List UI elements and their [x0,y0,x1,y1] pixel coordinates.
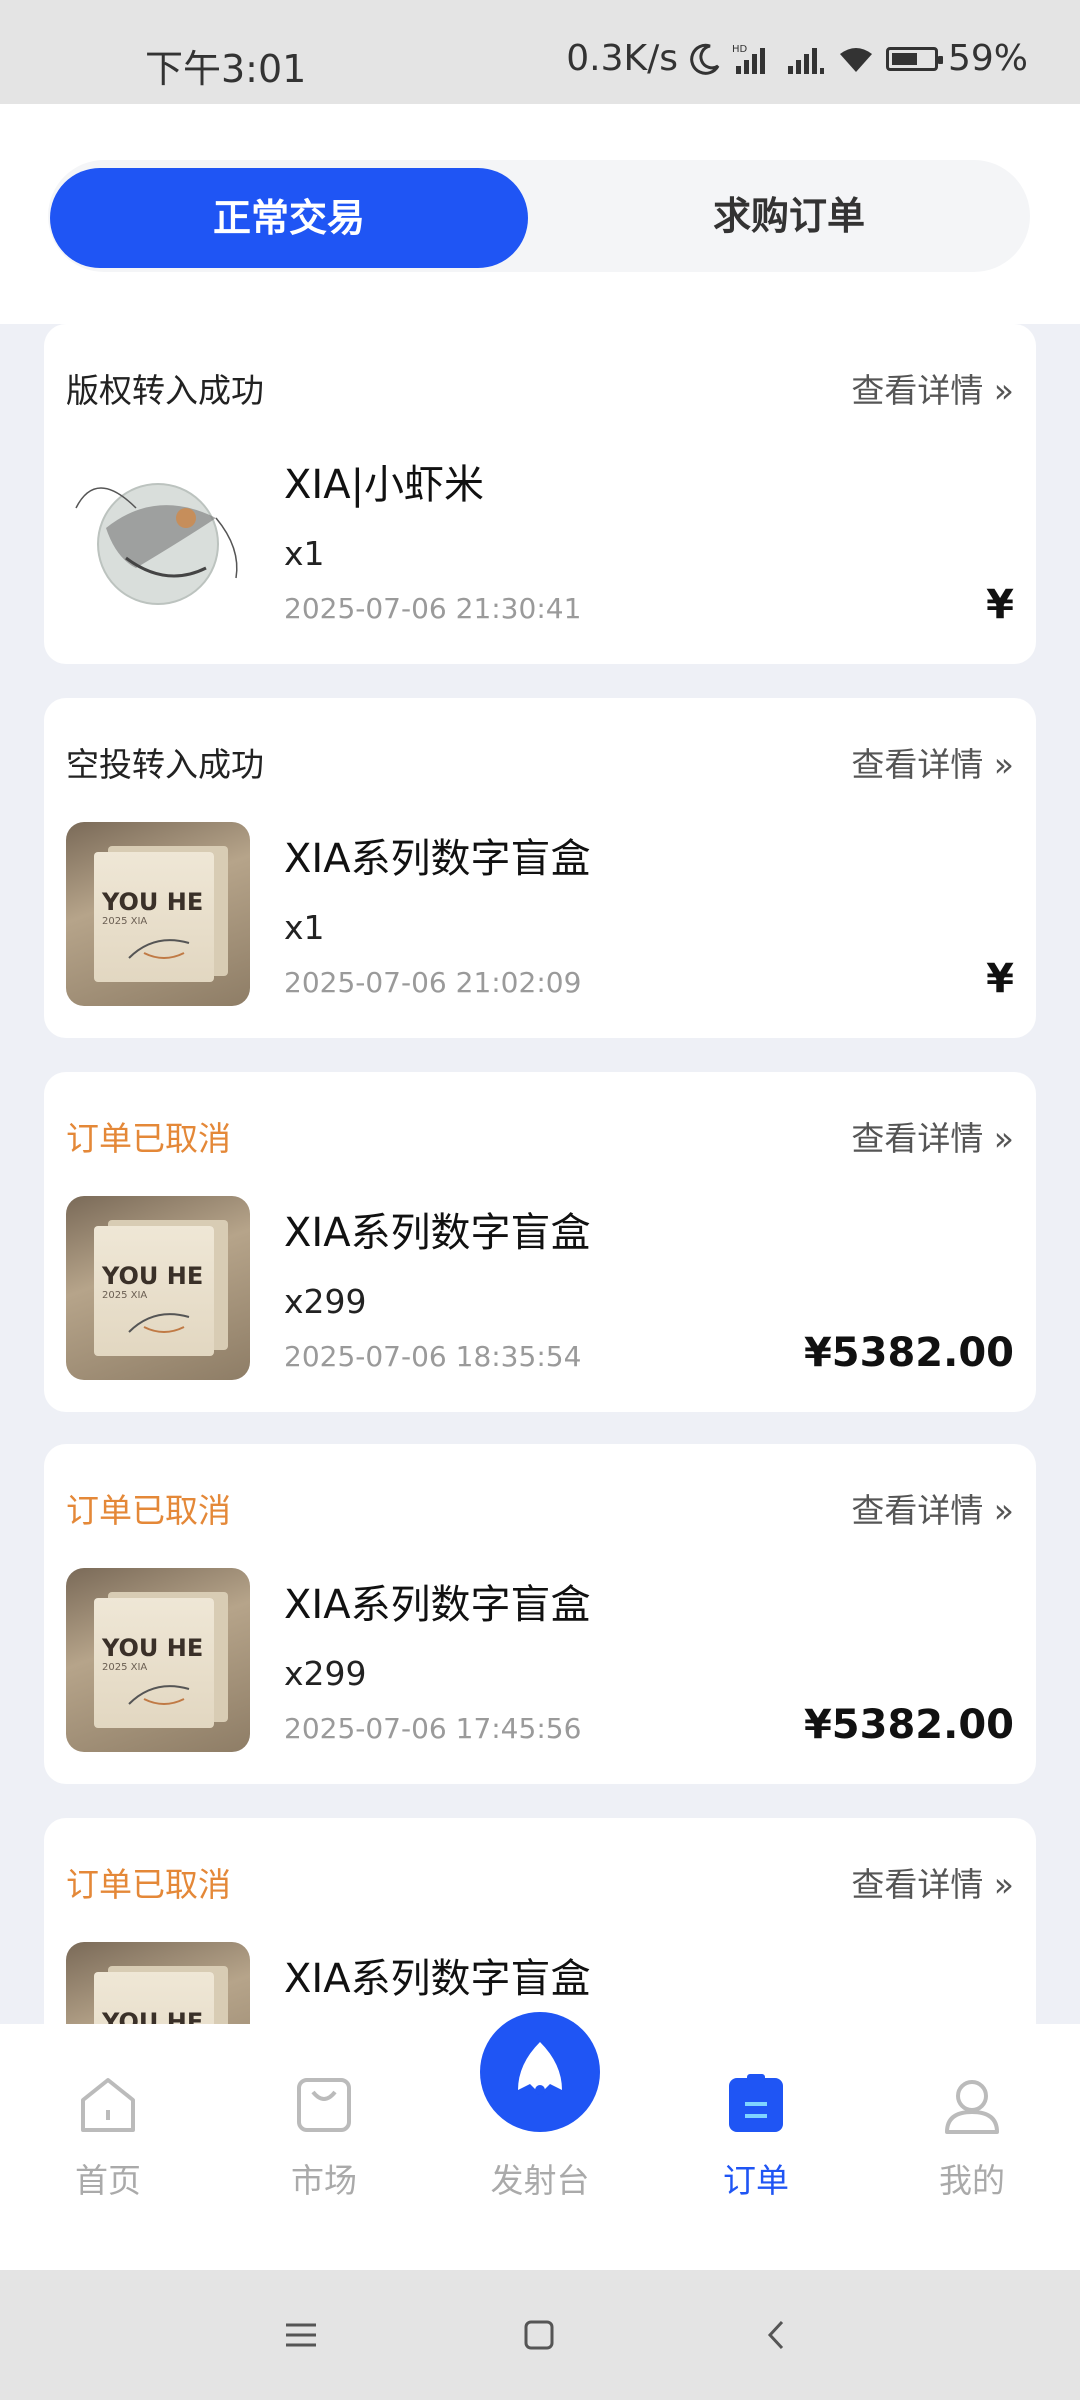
nav-orders-label: 订单 [723,2161,789,2200]
blind-box-graphic: YOU HE 2025 XIA [94,852,214,982]
wifi-icon [839,47,872,72]
shrimp-sketch-icon [128,939,190,959]
order-card[interactable]: 版权转入成功 查看详情 » XIA|小虾米 x1 2025-07-06 21:3… [44,324,1036,664]
nav-mine[interactable]: 我的 [902,2074,1042,2202]
svg-text:HD: HD [732,44,748,55]
order-price: ¥5382.00 [803,1330,1014,1376]
order-date: 2025-07-06 21:02:09 [284,966,582,999]
view-detail-link[interactable]: 查看详情 » [851,1484,1014,1532]
double-chevron-right-icon: » [983,1119,1014,1158]
nav-market-label: 市场 [291,2161,357,2200]
nav-launchpad[interactable] [480,2012,600,2132]
order-type-tabs: 正常交易 求购订单 [48,160,1030,272]
blind-box-graphic: YOU HE 2025 XIA [94,1972,214,2024]
box-brand: YOU HE [102,888,204,916]
box-brand: YOU HE [102,1262,204,1290]
shrimp-sketch-icon [128,1685,190,1705]
user-icon [945,2080,999,2134]
view-detail-label: 查看详情 [851,1491,984,1530]
box-subtitle: 2025 XIA [102,1290,148,1301]
shrimp-artwork [75,483,238,605]
product-quantity: x299 [284,1654,367,1693]
product-image [66,448,250,632]
product-name: XIA系列数字盲盒 [284,1582,591,1628]
product-name: XIA系列数字盲盒 [284,836,591,882]
rocket-icon [518,2042,562,2095]
product-quantity: x299 [284,1282,367,1321]
order-status: 订单已取消 [66,1865,231,1904]
box-brand: YOU HE [102,2008,204,2024]
double-chevron-right-icon: » [983,1865,1014,1904]
box-subtitle: 2025 XIA [102,1662,148,1673]
header: 正常交易 求购订单 [0,104,1080,324]
shopping-bag-icon [297,2078,351,2132]
nav-launchpad-label: 发射台 [490,2161,590,2200]
order-price: ¥ [986,582,1014,628]
order-card[interactable]: 订单已取消 查看详情 » YOU HE 2025 XIA XIA系列数字盲盒 [44,1818,1036,2024]
nav-market[interactable]: 市场 [254,2074,394,2202]
status-bar: 下午3:01 0.3K/s HD 59% [0,0,1080,104]
moon-icon [690,43,720,75]
battery-percent: 59% [947,38,1028,79]
view-detail-link[interactable]: 查看详情 » [851,738,1014,786]
nav-home-label: 首页 [75,2161,141,2200]
home-icon [81,2078,135,2132]
order-card[interactable]: 空投转入成功 查看详情 » YOU HE 2025 XIA XIA系列数字盲盒 … [44,698,1036,1038]
double-chevron-right-icon: » [983,745,1014,784]
back-icon[interactable] [752,2310,802,2360]
order-date: 2025-07-06 18:35:54 [284,1340,582,1373]
product-name: XIA系列数字盲盒 [284,1956,591,2002]
nav-home[interactable]: 首页 [38,2074,178,2202]
net-speed: 0.3K/s [566,38,678,79]
view-detail-link[interactable]: 查看详情 » [851,1858,1014,1906]
view-detail-label: 查看详情 [851,745,984,784]
order-status: 订单已取消 [66,1491,231,1530]
product-quantity: x1 [284,534,325,573]
tab-purchase-orders[interactable]: 求购订单 [548,160,1030,272]
product-image: YOU HE 2025 XIA [66,1568,250,1752]
battery-icon [885,46,943,71]
status-time: 下午3:01 [145,47,307,91]
order-price: ¥ [986,956,1014,1002]
product-image: YOU HE 2025 XIA [66,1196,250,1380]
tab-normal-trade[interactable]: 正常交易 [50,168,528,268]
signal-icon [787,47,824,74]
view-detail-label: 查看详情 [851,1119,984,1158]
box-subtitle: 2025 XIA [102,916,148,927]
shrimp-sketch-icon [128,1313,190,1333]
product-image: YOU HE 2025 XIA [66,822,250,1006]
product-name: XIA|小虾米 [284,462,485,508]
double-chevron-right-icon: » [983,1491,1014,1530]
nav-orders[interactable]: 订单 [686,2074,826,2202]
order-date: 2025-07-06 21:30:41 [284,592,582,625]
menu-icon[interactable] [276,2310,326,2360]
order-status: 空投转入成功 [66,745,264,784]
nav-mine-label: 我的 [939,2161,1005,2200]
signal-hd-icon: HD [732,44,765,74]
view-detail-label: 查看详情 [851,371,984,410]
product-name: XIA系列数字盲盒 [284,1210,591,1256]
order-price: ¥5382.00 [803,1702,1014,1748]
order-status: 版权转入成功 [66,371,264,410]
order-date: 2025-07-06 17:45:56 [284,1712,582,1745]
order-list: 版权转入成功 查看详情 » XIA|小虾米 x1 2025-07-06 21:3… [0,324,1080,2024]
order-card[interactable]: 订单已取消 查看详情 » YOU HE 2025 XIA XIA系列数字盲盒 x… [44,1444,1036,1784]
view-detail-link[interactable]: 查看详情 » [851,364,1014,412]
blind-box-graphic: YOU HE 2025 XIA [94,1598,214,1728]
bottom-nav: 首页 市场 发射台 订单 我的 [0,2012,1080,2270]
system-nav-bar [0,2270,1080,2400]
double-chevron-right-icon: » [983,371,1014,410]
status-icons: 0.3K/s HD 59% [566,38,1028,79]
blind-box-graphic: YOU HE 2025 XIA [94,1226,214,1356]
product-image: YOU HE 2025 XIA [66,1942,250,2024]
order-card[interactable]: 订单已取消 查看详情 » YOU HE 2025 XIA XIA系列数字盲盒 x… [44,1072,1036,1412]
product-quantity: x1 [284,908,325,947]
view-detail-label: 查看详情 [851,1865,984,1904]
orders-icon [729,2074,783,2132]
home-square-icon[interactable] [514,2310,564,2360]
order-status: 订单已取消 [66,1119,231,1158]
view-detail-link[interactable]: 查看详情 » [851,1112,1014,1160]
box-brand: YOU HE [102,1634,204,1662]
